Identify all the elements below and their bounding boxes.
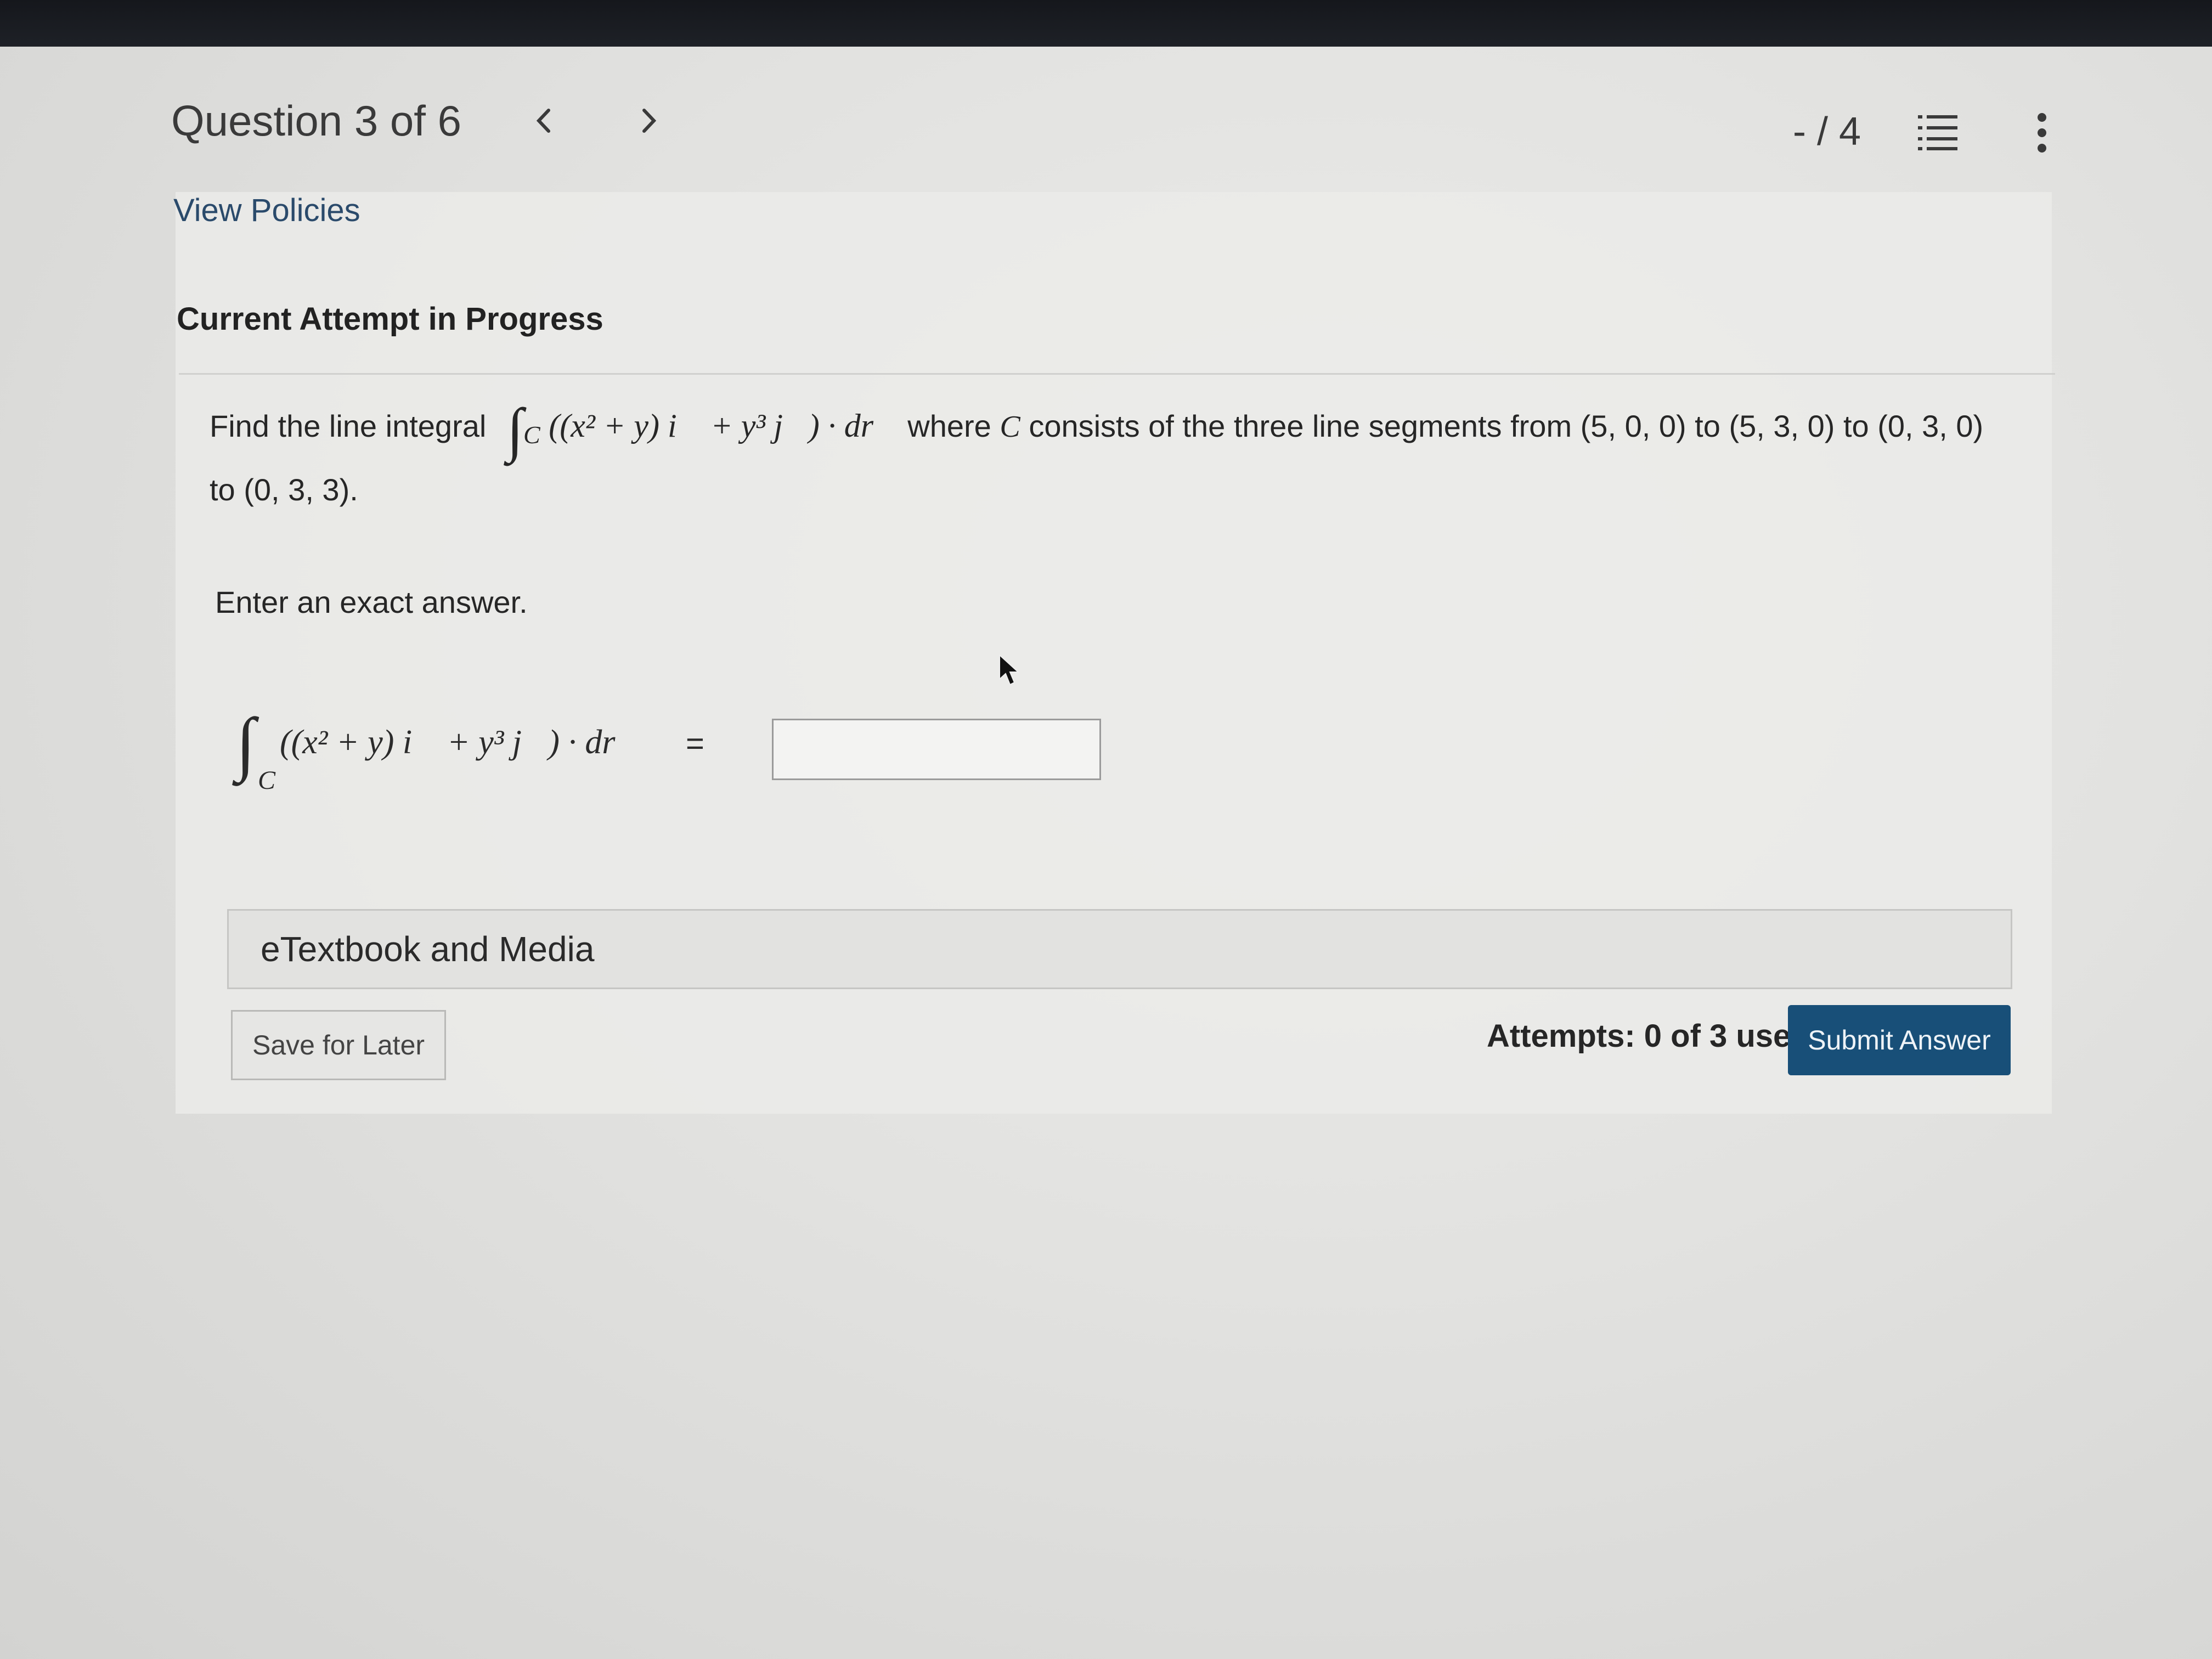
chevron-left-icon (536, 109, 550, 133)
integral-subscript: C (523, 421, 540, 449)
where-word: where (907, 409, 991, 443)
monitor-bezel (0, 0, 2212, 52)
kebab-menu-icon (2038, 113, 2046, 153)
instruction-text: Enter an exact answer. (215, 585, 528, 619)
curve-variable: C (1000, 410, 1020, 444)
question-header: Question 3 of 6 - / 4 (171, 93, 2058, 165)
mouse-pointer-icon (999, 654, 1020, 686)
integral-sign: ∫ (506, 396, 524, 463)
question-line-2: to (0, 3, 3). (210, 472, 358, 507)
divider (179, 373, 2055, 375)
question-list-button[interactable] (1916, 110, 1960, 154)
answer-integral-subscript: C (258, 766, 276, 795)
integral-expression: ((x² + y) i⃗ + y³ j⃗) · dr⃗ (549, 408, 899, 444)
next-question-button[interactable] (627, 93, 670, 148)
question-intro: Find the line integral (210, 409, 487, 443)
chevron-right-icon (642, 109, 657, 133)
answer-integral-expression: ((x² + y) i⃗ + y³ j⃗) · dr⃗ (280, 724, 642, 761)
more-options-button[interactable] (2025, 110, 2058, 159)
question-line-1: Find the line integral ∫C ((x² + y) i⃗ +… (210, 395, 1983, 483)
answer-integral-sign: ∫ (236, 704, 256, 783)
score-display: - / 4 (1792, 110, 1861, 154)
segments-text: consists of the three line segments from… (1029, 409, 1984, 443)
list-icon (1918, 115, 1957, 150)
answer-input[interactable] (772, 719, 1101, 780)
question-title: Question 3 of 6 (171, 97, 462, 145)
attempts-counter: Attempts: 0 of 3 used (1487, 1018, 1810, 1054)
save-for-later-button[interactable]: Save for Later (231, 1010, 446, 1080)
submit-answer-button[interactable]: Submit Answer (1788, 1005, 2011, 1075)
view-policies-link[interactable]: View Policies (173, 192, 360, 229)
etextbook-media-panel[interactable]: eTextbook and Media (227, 909, 2012, 989)
attempt-heading: Current Attempt in Progress (177, 301, 603, 337)
equals-sign: = (686, 726, 704, 761)
previous-question-button[interactable] (522, 93, 566, 148)
